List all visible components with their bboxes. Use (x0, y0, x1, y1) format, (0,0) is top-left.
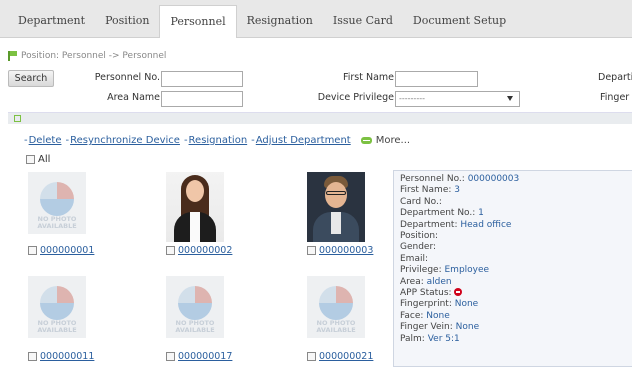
detail-area: Area: alden (400, 276, 452, 287)
detail-department-no: Department No.: 1 (400, 208, 484, 219)
device-privilege-select[interactable]: --------- (395, 91, 520, 107)
delete-link[interactable]: Delete (29, 135, 62, 146)
detail-first-name: First Name: 3 (400, 185, 460, 196)
more-icon[interactable] (360, 137, 372, 144)
more-button[interactable]: More... (376, 135, 410, 146)
action-bar: - Delete - Resynchronize Device - Resignati… (24, 135, 411, 146)
tab-resignation[interactable]: Resignation (237, 5, 323, 37)
area-name-label: Area Name (107, 92, 160, 103)
personnel-card[interactable]: NO PHOTO AVAILABLE 000000021 (307, 276, 387, 366)
first-name-label: First Name (342, 72, 394, 83)
select-all[interactable]: All (26, 154, 50, 165)
select-all-checkbox[interactable] (26, 155, 35, 164)
finger-label: Finger (600, 92, 630, 103)
personnel-card[interactable]: 000000003 (307, 172, 387, 262)
card-checkbox[interactable] (166, 352, 175, 361)
placeholder-pie-icon (40, 182, 74, 216)
top-nav-tabs: Department Position Personnel Resignatio… (0, 0, 632, 38)
device-privilege-label: Device Privilege (317, 92, 394, 103)
status-disabled-icon (454, 288, 463, 297)
detail-gender: Gender: (400, 242, 437, 253)
personnel-card[interactable]: 000000002 (166, 172, 246, 262)
detail-face: Face: None (400, 310, 450, 321)
card-checkbox[interactable] (166, 246, 175, 255)
select-all-label: All (38, 154, 51, 165)
personnel-no-input[interactable] (161, 71, 243, 87)
adjust-department-link[interactable]: Adjust Department (256, 135, 351, 146)
chevron-down-icon (507, 96, 513, 101)
breadcrumb: Position: Personnel -> Personnel (8, 48, 166, 64)
detail-department: Department: Head office (400, 219, 512, 230)
personnel-id-link[interactable]: 000000003 (319, 245, 373, 256)
personnel-no-label: Personnel No. (94, 72, 160, 83)
detail-position: Position: (400, 231, 439, 242)
detail-fingerprint: Fingerprint: None (400, 299, 479, 310)
personnel-id-link[interactable]: 000000001 (40, 245, 94, 256)
personnel-id-link[interactable]: 000000011 (40, 351, 94, 362)
tab-issue-card[interactable]: Issue Card (323, 5, 403, 37)
tab-department[interactable]: Department (8, 5, 95, 37)
device-privilege-value: --------- (399, 94, 425, 103)
flag-icon (8, 51, 17, 61)
card-checkbox[interactable] (28, 246, 37, 255)
first-name-input[interactable] (395, 71, 478, 87)
card-checkbox[interactable] (307, 246, 316, 255)
detail-personnel-no: Personnel No.: 000000003 (400, 174, 520, 184)
search-button[interactable]: Search (8, 70, 54, 87)
breadcrumb-text: Position: Personnel -> Personnel (21, 51, 167, 61)
search-panel: Search Personnel No. First Name Departi … (8, 68, 632, 108)
home-icon[interactable] (14, 115, 21, 122)
personnel-detail-panel: Personnel No.: 000000003 First Name: 3 C… (393, 170, 632, 367)
personnel-card[interactable]: NO PHOTO AVAILABLE 000000001 (28, 172, 108, 262)
detail-card-no: Card No.: (400, 196, 442, 207)
placeholder-pie-icon (178, 286, 212, 320)
department-label: Departi (598, 72, 632, 83)
detail-app-status: APP Status: (400, 288, 626, 299)
resynchronize-device-link[interactable]: Resynchronize Device (70, 135, 180, 146)
personnel-id-link[interactable]: 000000017 (178, 351, 232, 362)
toolbar-separator (8, 112, 632, 124)
personnel-id-link[interactable]: 000000021 (319, 351, 373, 362)
personnel-id-link[interactable]: 000000002 (178, 245, 232, 256)
resignation-link[interactable]: Resignation (189, 135, 248, 146)
tab-personnel[interactable]: Personnel (159, 5, 237, 38)
detail-finger-vein: Finger Vein: None (400, 322, 480, 333)
no-photo-placeholder: NO PHOTO AVAILABLE (166, 276, 224, 338)
card-checkbox[interactable] (28, 352, 37, 361)
card-checkbox[interactable] (307, 352, 316, 361)
personnel-photo (166, 172, 224, 242)
no-photo-placeholder: NO PHOTO AVAILABLE (28, 172, 86, 234)
area-name-input[interactable] (161, 91, 243, 107)
personnel-card[interactable]: NO PHOTO AVAILABLE 000000011 (28, 276, 108, 366)
no-photo-placeholder: NO PHOTO AVAILABLE (28, 276, 86, 338)
detail-privilege: Privilege: Employee (400, 265, 490, 276)
no-photo-placeholder: NO PHOTO AVAILABLE (307, 276, 365, 338)
personnel-photo (307, 172, 365, 242)
personnel-card[interactable]: NO PHOTO AVAILABLE 000000017 (166, 276, 246, 366)
detail-email: Email: (400, 253, 429, 264)
detail-palm: Palm: Ver 5:1 (400, 333, 460, 344)
tab-document-setup[interactable]: Document Setup (403, 5, 516, 37)
placeholder-pie-icon (40, 286, 74, 320)
tab-position[interactable]: Position (95, 5, 159, 37)
placeholder-pie-icon (319, 286, 353, 320)
